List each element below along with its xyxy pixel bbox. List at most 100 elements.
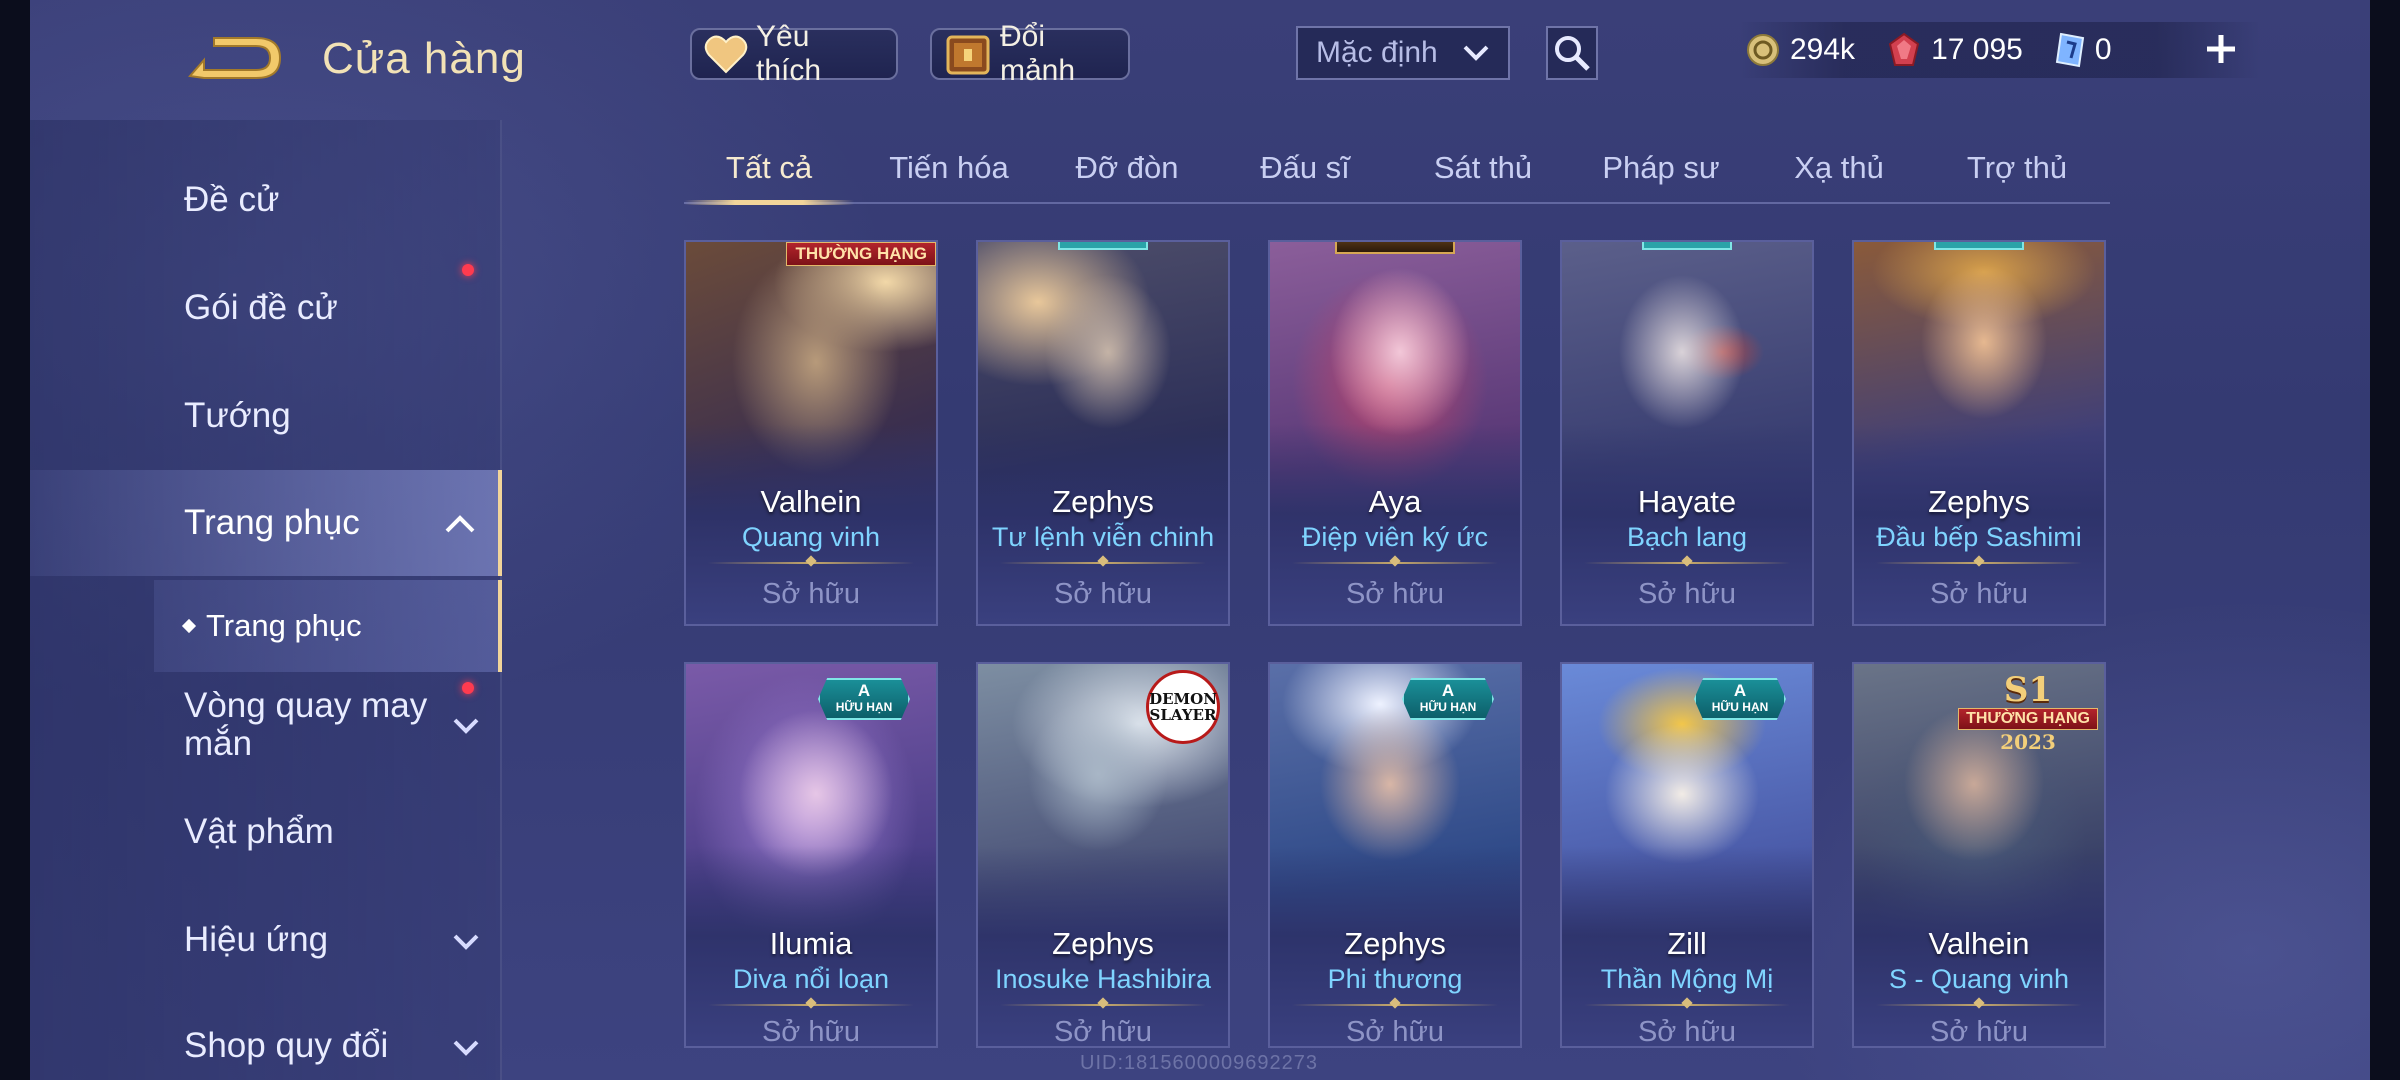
tier-letter: A: [857, 681, 871, 700]
card-divider: [1292, 562, 1498, 564]
blue-ticket-icon: [2055, 32, 2084, 68]
diamond-bullet-icon: [181, 618, 197, 634]
owned-status: Sở hữu: [761, 1016, 861, 1048]
rank-badge: THƯỜNG HẠNG: [786, 242, 936, 266]
hero-name: Valhein: [760, 484, 862, 519]
page-title: Cửa hàng: [322, 34, 526, 83]
tier-label: HỮU HẠN: [1711, 700, 1769, 714]
exchange-shards-button[interactable]: Đổi mảnh: [930, 20, 1130, 87]
rank-label: THƯỜNG HẠNG: [1958, 708, 2098, 730]
screen-edge-left: [0, 0, 30, 1080]
skin-card[interactable]: A HỮU HẠN Zill Thần Mộng Mị Sở hữu: [1560, 662, 1814, 1048]
exchange-shards-label: Đổi mảnh: [1000, 20, 1076, 87]
skin-card[interactable]: Aya Điệp viên ký ức Sở hữu: [1268, 240, 1522, 626]
hero-name: Valhein: [1928, 926, 2030, 961]
sidebar-item-label: Vòng quay may mắn: [184, 686, 428, 763]
favorites-button[interactable]: Yêu thích: [690, 20, 898, 87]
season-rank-badge: S1 THƯỜNG HẠNG 2023: [1958, 670, 2098, 756]
tier-label: HỮU HẠN: [1419, 700, 1477, 714]
back-button[interactable]: [184, 30, 284, 90]
gold-coin-icon: [1747, 34, 1779, 66]
limited-tier-badge: A HỮU HẠN: [818, 678, 910, 720]
shop-screen: Cửa hàng Yêu thích Đổi mảnh Mặc định 294…: [0, 0, 2400, 1080]
sidebar-item-recommended[interactable]: Đề cử: [30, 150, 502, 250]
sidebar-item-recommended-bundles[interactable]: Gói đề cử: [30, 258, 502, 358]
search-button[interactable]: [1546, 26, 1598, 80]
tab-mage[interactable]: Pháp sư: [1576, 150, 1746, 204]
user-id-watermark: UID:1815600009692273: [1080, 1052, 1318, 1074]
hero-name: Zephys: [1928, 484, 2030, 519]
voucher-currency: 17 095: [1887, 32, 2023, 68]
card-divider: [1876, 1004, 2082, 1006]
skin-name: Quang vinh: [741, 522, 881, 552]
card-divider: [1584, 1004, 1790, 1006]
card-divider: [708, 1004, 914, 1006]
event-badge-top: [1335, 242, 1455, 254]
skin-name: Bạch lang: [1626, 522, 1748, 552]
chevron-down-icon: [452, 1026, 480, 1066]
category-tabs: Tất cả Tiến hóa Đỡ đòn Đấu sĩ Sát thủ Ph…: [684, 138, 2110, 204]
hero-name: Zephys: [1344, 926, 1446, 961]
sidebar-subitem-label: Trang phục: [206, 608, 362, 643]
sidebar-item-lucky-spin[interactable]: Vòng quay may mắn: [30, 674, 502, 774]
tab-support[interactable]: Trợ thủ: [1932, 150, 2102, 204]
skin-card[interactable]: A HỮU HẠN Ilumia Diva nổi loạn Sở hữu: [684, 662, 938, 1048]
skin-name: Thần Mộng Mị: [1600, 964, 1774, 994]
sidebar-item-heroes[interactable]: Tướng: [30, 366, 502, 466]
season-year: 2023: [2000, 730, 2056, 754]
sidebar-item-label: Trang phục: [184, 503, 360, 542]
sidebar-subitem-skins[interactable]: Trang phục: [154, 580, 502, 672]
tab-all[interactable]: Tất cả: [684, 150, 854, 204]
skin-card[interactable]: A HỮU HẠN Zephys Phi thương Sở hữu: [1268, 662, 1522, 1048]
skin-card[interactable]: Zephys Tư lệnh viễn chinh Sở hữu: [976, 240, 1230, 626]
ticket-currency: 0: [2055, 32, 2112, 68]
sidebar-item-label: Vật phẩm: [184, 812, 334, 851]
add-currency-button[interactable]: [2196, 24, 2246, 74]
limited-tier-badge: A HỮU HẠN: [1402, 678, 1494, 720]
sidebar-item-exchange-shop[interactable]: Shop quy đổi: [30, 996, 502, 1080]
search-icon: [1555, 36, 1590, 71]
skin-card[interactable]: S1 THƯỜNG HẠNG 2023 Valhein S - Quang vi…: [1852, 662, 2106, 1048]
hero-name: Aya: [1368, 484, 1422, 519]
sidebar-item-label: Hiệu ứng: [184, 920, 329, 959]
tab-evolution[interactable]: Tiến hóa: [864, 150, 1034, 204]
sidebar-item-label: Shop quy đổi: [184, 1026, 389, 1065]
hero-name: Hayate: [1637, 484, 1737, 519]
owned-status: Sở hữu: [761, 578, 861, 610]
active-tab-indicator: [684, 200, 854, 205]
sidebar-item-skins[interactable]: Trang phục: [30, 470, 502, 576]
sidebar-item-label: Gói đề cử: [184, 288, 338, 327]
skin-card[interactable]: DEMON SLAYER Zephys Inosuke Hashibira Sở…: [976, 662, 1230, 1048]
tab-marksman[interactable]: Xạ thủ: [1754, 150, 1924, 204]
owned-status: Sở hữu: [1053, 578, 1153, 610]
treasure-chest-icon: [944, 31, 992, 77]
back-arrow-icon: [188, 37, 282, 79]
tier-label: HỮU HẠN: [835, 700, 893, 714]
owned-status: Sở hữu: [1053, 1016, 1153, 1048]
card-divider: [1876, 562, 2082, 564]
tab-assassin[interactable]: Sát thủ: [1398, 150, 1568, 204]
notification-dot: [462, 682, 474, 694]
owned-status: Sở hữu: [1637, 578, 1737, 610]
sidebar-item-items[interactable]: Vật phẩm: [30, 782, 502, 882]
gold-amount: 294k: [1790, 33, 1856, 66]
card-divider: [1000, 562, 1206, 564]
ticket-amount: 0: [2094, 33, 2112, 66]
skin-name: S - Quang vinh: [1888, 964, 2070, 994]
card-divider: [1584, 562, 1790, 564]
hero-name: Zephys: [1052, 484, 1154, 519]
skin-name: Diva nổi loạn: [732, 964, 890, 994]
skin-card[interactable]: Hayate Bạch lang Sở hữu: [1560, 240, 1814, 626]
tab-fighter[interactable]: Đấu sĩ: [1220, 150, 1390, 204]
card-divider: [1000, 1004, 1206, 1006]
collab-logo-badge: DEMON SLAYER: [1146, 670, 1220, 744]
tab-tank[interactable]: Đỡ đòn: [1042, 150, 1212, 204]
skin-card[interactable]: THƯỜNG HẠNG Valhein Quang vinh Sở hữu: [684, 240, 938, 626]
skin-card[interactable]: Zephys Đầu bếp Sashimi Sở hữu: [1852, 240, 2106, 626]
gold-currency: 294k: [1746, 33, 1855, 67]
limited-badge-top: [1934, 242, 2024, 250]
sort-dropdown[interactable]: Mặc định: [1296, 26, 1510, 80]
skin-name: Đầu bếp Sashimi: [1876, 522, 2082, 552]
sidebar-item-effects[interactable]: Hiệu ứng: [30, 890, 502, 990]
limited-badge-top: [1642, 242, 1732, 250]
